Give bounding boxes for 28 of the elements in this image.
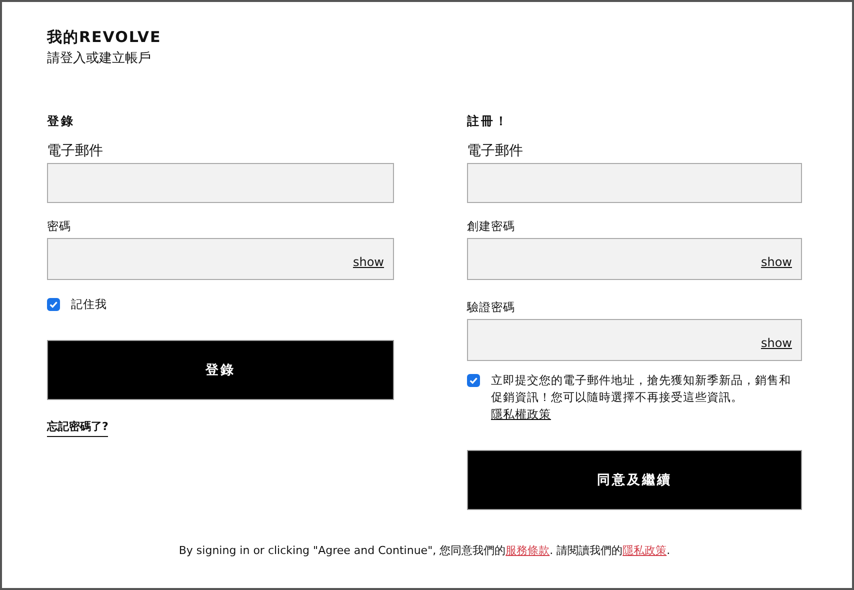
field-label: 電子郵件: [467, 142, 523, 160]
policy-link[interactable]: 隱私政策: [622, 544, 667, 557]
terms-notice: By signing in or clicking "Agree and Continue", 您同意我們的服務條款. 請閱讀我們的隱私政策.: [178, 543, 672, 558]
field-label: 創建密碼: [467, 219, 515, 234]
checkbox[interactable]: [467, 374, 480, 387]
checkbox-label: 記住我: [71, 296, 107, 313]
agree-continue-button[interactable]: 同意及繼續: [467, 450, 802, 510]
privacy-policy-link[interactable]: 隱私權政策: [491, 406, 551, 423]
section-heading: 註冊！: [467, 113, 510, 130]
input-field[interactable]: show: [47, 238, 394, 280]
input-field[interactable]: [47, 163, 394, 203]
page-subtitle: 請登入或建立帳戶: [47, 50, 152, 67]
newsletter-consent-text: 立即提交您的電子郵件地址，搶先獲知新季新品，銷售和促銷資訊！您可以隨時選擇不再接受這些資訊。: [491, 372, 792, 406]
show-password-link[interactable]: show: [352, 255, 384, 269]
forgot-password-link[interactable]: 忘記密碼了?: [47, 419, 108, 437]
checkbox[interactable]: [47, 298, 60, 311]
input-field[interactable]: show: [467, 319, 802, 361]
input-field[interactable]: [467, 163, 802, 203]
field-label: 驗證密碼: [467, 300, 515, 315]
field-label: 電子郵件: [47, 142, 103, 160]
policy-link[interactable]: 服務條款: [506, 544, 550, 557]
section-heading: 登錄: [47, 113, 76, 130]
page-title: 我的REVOLVE: [47, 28, 162, 47]
show-password-link[interactable]: show: [760, 336, 792, 350]
login-button[interactable]: 登錄: [47, 340, 394, 400]
input-field[interactable]: show: [467, 238, 802, 280]
field-label: 密碼: [47, 219, 71, 234]
show-password-link[interactable]: show: [760, 255, 792, 269]
